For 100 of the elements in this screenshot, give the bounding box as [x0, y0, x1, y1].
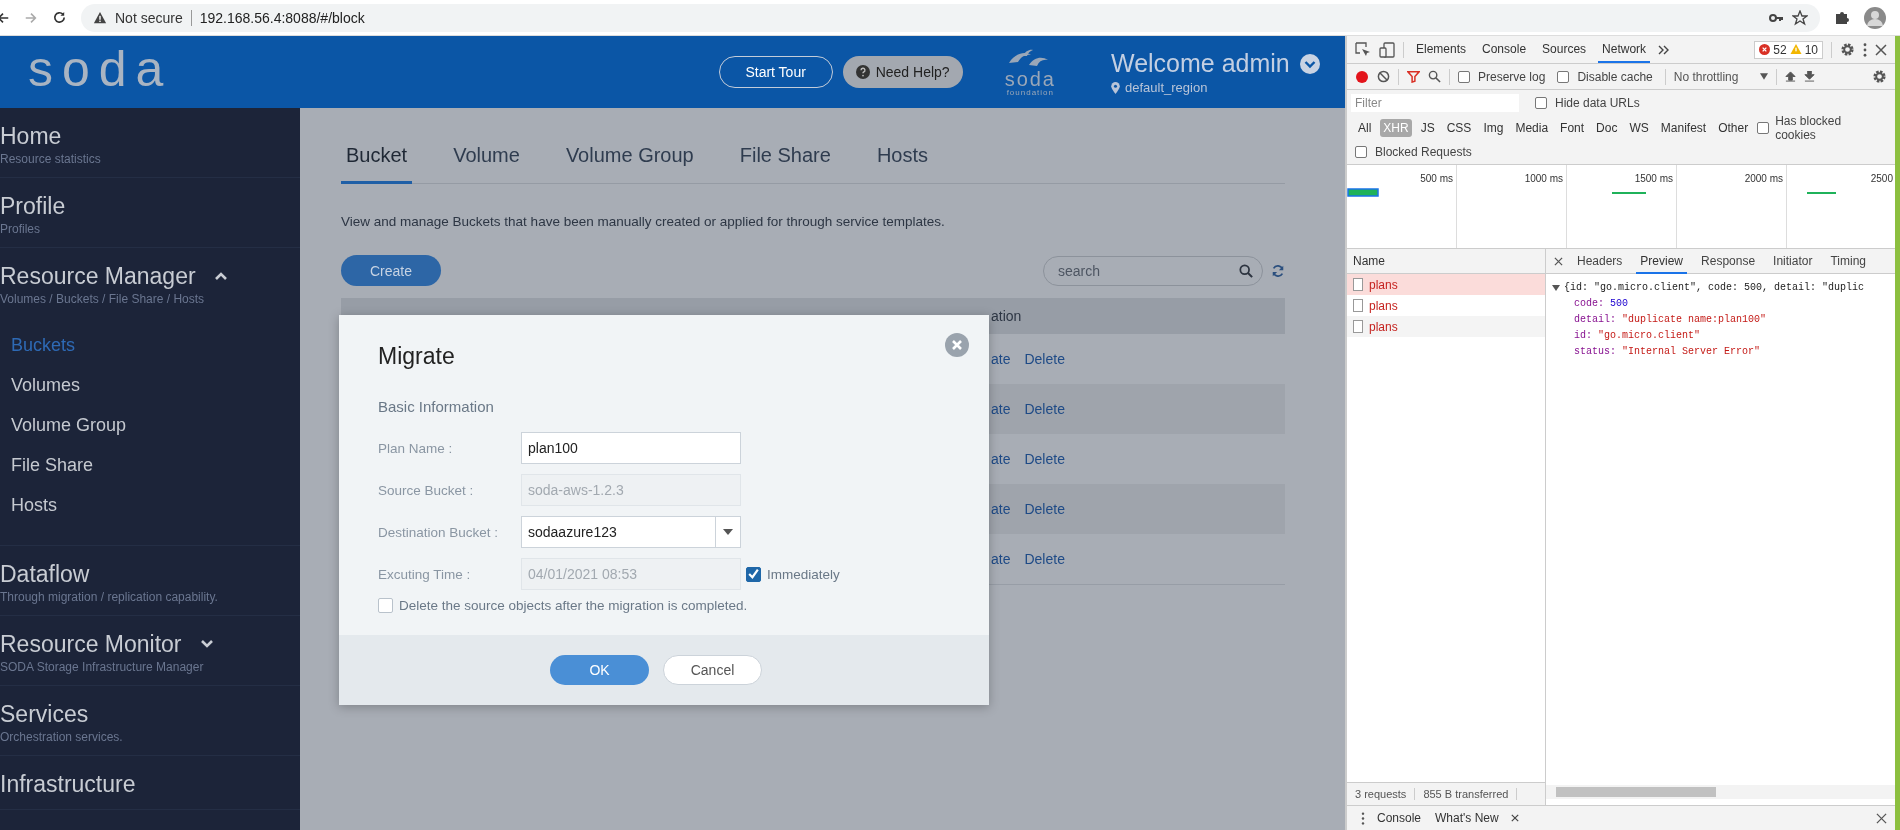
region-label: default_region [1125, 80, 1208, 95]
detail-tab[interactable]: Timing [1826, 248, 1870, 274]
more-options-icon[interactable] [1863, 42, 1867, 57]
sidebar-item[interactable]: Home [0, 121, 62, 151]
download-icon[interactable] [1804, 71, 1816, 82]
checkbox[interactable] [1458, 70, 1470, 83]
filter-icon[interactable] [1407, 70, 1420, 83]
type-filter[interactable]: Media [1512, 118, 1552, 137]
type-filter[interactable]: Img [1480, 118, 1507, 137]
location-pin-icon [1111, 81, 1120, 94]
devtools-tab[interactable]: Network [1598, 36, 1651, 63]
table-link[interactable]: Delete [1024, 351, 1065, 367]
back-icon[interactable] [0, 10, 10, 25]
address-bar[interactable]: Not secure 192.168.56.4:8088/#/block [81, 3, 1820, 32]
dropdown-field[interactable]: sodaazure123 [521, 516, 741, 548]
star-icon[interactable] [1792, 9, 1808, 26]
type-filter[interactable]: CSS [1443, 118, 1475, 137]
detail-tab[interactable]: Response [1697, 248, 1760, 274]
sidebar-subitem[interactable]: File Share [11, 445, 94, 485]
table-link[interactable]: ate [991, 501, 1011, 517]
inspect-icon[interactable] [1355, 41, 1371, 58]
table-link[interactable]: ate [991, 351, 1011, 367]
sidebar-item[interactable]: Resource Monitor [0, 629, 182, 659]
table-link[interactable]: Delete [1024, 401, 1065, 417]
drawer-tab[interactable]: What's New [1433, 811, 1501, 825]
upload-icon[interactable] [1785, 71, 1797, 82]
search-field[interactable]: search [1043, 255, 1263, 286]
table-link[interactable]: Delete [1024, 451, 1065, 467]
tab[interactable]: Volume Group [560, 132, 699, 184]
filter-field[interactable]: Filter [1351, 93, 1519, 112]
checkbox-label: Immediately [767, 566, 840, 582]
create-button[interactable]: Create [341, 255, 441, 286]
table-link[interactable]: ate [991, 551, 1011, 567]
sidebar-subitem[interactable]: Hosts [11, 485, 57, 525]
close-icon[interactable] [1876, 812, 1887, 824]
reload-icon[interactable] [52, 10, 67, 25]
close-icon[interactable] [1875, 43, 1887, 56]
throttling-dropdown[interactable]: No throttling [1673, 69, 1769, 84]
text-field[interactable]: plan100 [521, 432, 741, 464]
avatar-icon[interactable] [1864, 6, 1886, 29]
request-row[interactable]: plans [1347, 295, 1545, 316]
expand-triangle-icon[interactable] [1552, 285, 1560, 291]
sidebar-item[interactable]: Infrastructure [0, 769, 136, 799]
devtools-tab[interactable]: Elements [1412, 36, 1471, 63]
sidebar-subitem[interactable]: Volumes [11, 365, 81, 405]
settings-icon[interactable] [1840, 42, 1855, 57]
settings-icon[interactable] [1872, 69, 1887, 84]
checkbox[interactable] [1535, 96, 1547, 109]
sidebar-subitem[interactable]: Volume Group [11, 405, 127, 445]
close-icon[interactable] [1510, 814, 1519, 822]
tab[interactable]: File Share [734, 132, 836, 184]
refresh-icon[interactable] [1271, 263, 1285, 278]
request-row[interactable]: plans [1347, 274, 1545, 295]
record-icon[interactable] [1355, 69, 1369, 84]
devtools-tab[interactable]: Console [1478, 36, 1531, 63]
type-filter[interactable]: Manifest [1657, 118, 1710, 137]
need-help-button[interactable]: Need Help? [842, 56, 963, 88]
checkbox[interactable] [1557, 70, 1570, 83]
devtools-tab[interactable]: Sources [1538, 36, 1591, 63]
drawer-tab[interactable]: Console [1375, 811, 1424, 825]
chevron-down-icon[interactable] [1299, 53, 1320, 74]
checkbox-label: Blocked Requests [1375, 145, 1472, 159]
detail-tab[interactable]: Headers [1573, 248, 1627, 274]
chevron-down-icon[interactable] [199, 639, 214, 649]
checkbox-label: Has blocked cookies [1775, 113, 1843, 142]
detail-tab[interactable]: Preview [1636, 248, 1688, 274]
detail-tab[interactable]: Initiator [1769, 248, 1817, 274]
cancel-button[interactable]: Cancel [663, 655, 762, 685]
tab[interactable]: Volume [448, 132, 525, 184]
table-link[interactable]: ate [991, 451, 1011, 467]
chevron-up-icon[interactable] [213, 271, 228, 281]
table-link[interactable]: Delete [1024, 551, 1065, 567]
checkbox[interactable] [1757, 121, 1770, 134]
clear-icon[interactable] [1377, 70, 1390, 83]
horizontal-scrollbar[interactable] [1546, 785, 1895, 799]
warning-count: 10 [1804, 42, 1818, 57]
table-link[interactable]: ate [991, 401, 1011, 417]
issues-badge[interactable]: 52 10 [1754, 40, 1823, 59]
sidebar-item[interactable]: Resource Manager [0, 261, 196, 291]
tab[interactable]: Bucket [341, 132, 413, 184]
type-filter[interactable]: Doc [1593, 118, 1621, 137]
puzzle-icon[interactable] [1834, 9, 1850, 26]
more-tabs-icon[interactable] [1658, 44, 1671, 55]
type-filter[interactable]: WS [1626, 118, 1652, 137]
search-icon[interactable] [1428, 70, 1441, 83]
table-link[interactable]: Delete [1024, 501, 1065, 517]
tab[interactable]: Hosts [871, 132, 933, 184]
type-filter[interactable]: All [1355, 118, 1375, 137]
sidebar-item[interactable]: Services [0, 699, 89, 729]
type-filter[interactable]: JS [1417, 118, 1438, 137]
more-options-icon[interactable] [1361, 811, 1365, 825]
type-filter[interactable]: Other [1715, 118, 1752, 137]
checkbox[interactable] [1355, 146, 1367, 158]
request-row[interactable]: plans [1347, 316, 1545, 337]
device-icon[interactable] [1379, 41, 1395, 58]
type-filter[interactable]: Font [1557, 118, 1588, 137]
sidebar-item[interactable]: Profile [0, 191, 66, 221]
close-icon[interactable] [1554, 256, 1563, 266]
checkbox[interactable] [378, 598, 393, 613]
sidebar-item[interactable]: Dataflow [0, 559, 90, 589]
